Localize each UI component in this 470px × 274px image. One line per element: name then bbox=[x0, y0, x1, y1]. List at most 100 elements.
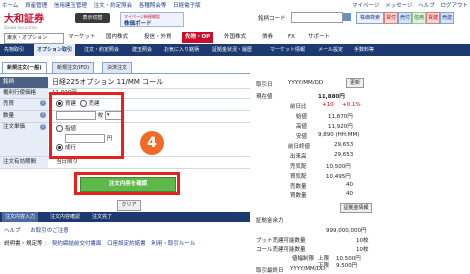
current-label: 現在値 bbox=[256, 94, 273, 100]
margin-info-button[interactable]: 証拠金情報 bbox=[340, 203, 372, 213]
view-toggle-button[interactable]: 表示切替 bbox=[75, 13, 110, 23]
top-link-home[interactable]: ホーム bbox=[2, 3, 18, 9]
doc-link-contract[interactable]: 契約締結前交付書面 bbox=[52, 241, 102, 247]
trade-date: YYYY/MM/DD bbox=[288, 80, 324, 86]
quote-val-0: 11,870円 bbox=[328, 114, 353, 120]
main-nav-bonds[interactable]: 債券 bbox=[262, 32, 273, 43]
clear-button[interactable]: クリア bbox=[117, 200, 141, 211]
trade-date-label: 取引日 bbox=[256, 82, 273, 88]
top-link-orders[interactable]: 注文・約定照会 bbox=[94, 3, 133, 9]
caution-link[interactable]: お取引のご注意 bbox=[30, 228, 69, 234]
sub-nav-margin[interactable]: 証拠金状況・履歴 bbox=[212, 44, 252, 56]
sub-nav-fees[interactable]: 手数料等 bbox=[354, 44, 374, 56]
right-link-mypage[interactable]: マイページ bbox=[352, 3, 379, 9]
strike-row: 権利行使価格 11,000円 bbox=[0, 89, 250, 99]
quote-key-2: 安値 bbox=[296, 134, 308, 140]
sub-nav-market-info[interactable]: マーケット情報 bbox=[270, 44, 305, 56]
symbol-label: 銘柄 bbox=[0, 77, 48, 88]
sub-nav-mail[interactable]: メール設定 bbox=[318, 44, 343, 56]
symbol-value: 日経225オプション 11/MM コール bbox=[52, 78, 164, 86]
buy-button[interactable]: 買付 bbox=[384, 12, 398, 24]
sell-button[interactable]: 売付 bbox=[398, 12, 412, 24]
step-input: 注文内容入力 bbox=[2, 212, 39, 222]
top-links: ホーム 資産管理 信用建玉管理 注文・約定照会 各種照会等 日経電子版 bbox=[2, 1, 206, 9]
quote-key-7: 売数量 bbox=[290, 184, 307, 190]
top-link-inquiry[interactable]: 各種照会等 bbox=[139, 3, 167, 9]
sub-nav-options[interactable]: オプション取引 bbox=[34, 44, 76, 56]
step-badge: 4 bbox=[140, 131, 164, 155]
sub-nav-orders[interactable]: 注文・約定照会 bbox=[84, 44, 119, 56]
doc-link-account[interactable]: 口座設定約諾書 bbox=[107, 241, 146, 247]
step-confirm: 注文内容確認 bbox=[50, 214, 81, 220]
account-select[interactable]: 東京・オプション bbox=[4, 33, 64, 44]
strike-label: 権利行使価格 bbox=[0, 89, 48, 98]
help-link[interactable]: ヘルプ bbox=[4, 228, 21, 234]
price-help-icon[interactable]: ? bbox=[40, 124, 46, 130]
price-row: 注文単価 指値 円 成行 bbox=[0, 123, 250, 157]
sub-nav-positions[interactable]: 建玉照会 bbox=[132, 44, 152, 56]
quote-val-4: 29,653 bbox=[334, 152, 354, 158]
margin-buy-button[interactable]: 買建 bbox=[426, 12, 440, 24]
tab-ifd-order[interactable]: 新規注文(IFD) bbox=[52, 62, 95, 73]
qty-help-icon[interactable]: ? bbox=[40, 112, 46, 118]
tab-close-order[interactable]: 決済注文 bbox=[102, 62, 133, 73]
main-nav-fx[interactable]: FX bbox=[288, 32, 295, 43]
highlight-box-inputs bbox=[49, 92, 124, 159]
call-value: 10枚 bbox=[356, 247, 369, 253]
margin-value: 999,000,000円 bbox=[326, 228, 367, 234]
margin-sell-button[interactable]: 売建 bbox=[440, 12, 454, 24]
highlight-box-confirm bbox=[74, 172, 180, 195]
stock-board-banner[interactable]: マイページ新規開設 株価ボード bbox=[120, 12, 184, 27]
change-label: 前日比 bbox=[290, 104, 307, 110]
change-value: +10 bbox=[322, 102, 334, 108]
right-link-logout[interactable]: ログアウト bbox=[440, 3, 468, 9]
main-nav-futures[interactable]: 先物・OP bbox=[182, 32, 214, 43]
quote-key-4: 出来高 bbox=[290, 154, 307, 160]
quote-val-1: 11,920円 bbox=[328, 124, 353, 130]
logo[interactable]: 大和証券 Daiwa Securities bbox=[4, 10, 62, 30]
quote-key-5: 売気配 bbox=[290, 164, 307, 170]
code-search: 銘柄コード bbox=[258, 12, 351, 23]
expiry-label: 注文有効期間 bbox=[0, 157, 48, 168]
right-links: マイページ メッセージ ヘルプ ログアウト bbox=[348, 1, 468, 9]
right-link-help[interactable]: ヘルプ bbox=[418, 3, 435, 9]
logo-sub: Daiwa Securities bbox=[4, 25, 38, 30]
update-button[interactable]: 更新 bbox=[346, 78, 364, 88]
credit-button[interactable]: 信用 bbox=[412, 12, 426, 24]
sub-nav-favorites[interactable]: お気に入り銘柄 bbox=[164, 44, 199, 56]
qty-row: 数量 枚 ▾ bbox=[0, 111, 250, 123]
tab-new-order[interactable]: 新規注文(一般) bbox=[2, 62, 47, 73]
quote-val-5: 10,500円 bbox=[326, 164, 351, 170]
top-link-assets[interactable]: 資産管理 bbox=[25, 3, 47, 9]
last-date-value: YYYY/MM/DD bbox=[290, 266, 326, 272]
quote-key-0: 始値 bbox=[296, 114, 308, 120]
top-link-nikkei[interactable]: 日経電子版 bbox=[173, 3, 201, 9]
expiry-row: 注文有効期間 当日限り bbox=[0, 157, 250, 169]
doc-link-rules[interactable]: 利用・取引ルール bbox=[151, 241, 195, 247]
main-nav-foreign[interactable]: 外国株式 bbox=[224, 32, 246, 43]
side-help-icon[interactable]: ? bbox=[40, 100, 46, 106]
quote-key-6: 買気配 bbox=[290, 174, 307, 180]
code-input[interactable] bbox=[291, 12, 343, 23]
top-link-margin[interactable]: 信用建玉管理 bbox=[54, 3, 87, 9]
main-nav-market[interactable]: マーケット bbox=[68, 32, 96, 43]
stock-search-button[interactable]: 株価検索 bbox=[356, 12, 384, 24]
margin-title: 証拠金余力 bbox=[256, 218, 284, 224]
help-links: ヘルプ お取引のご注意 bbox=[4, 226, 77, 234]
right-link-message[interactable]: メッセージ bbox=[385, 3, 412, 9]
main-nav-funds[interactable]: 投信・外貨 bbox=[144, 32, 172, 43]
banner-title: 株価ボード bbox=[124, 21, 152, 27]
main-nav-support[interactable]: サポート bbox=[308, 32, 330, 43]
main-nav: マーケット 国内株式 投信・外貨 先物・OP 外国株式 債券 FX サポート bbox=[68, 32, 470, 43]
step-complete: 注文完了 bbox=[92, 214, 113, 220]
quote-key-1: 高値 bbox=[296, 124, 308, 130]
main-nav-stocks[interactable]: 国内株式 bbox=[106, 32, 128, 43]
quote-val-3: 29,653 bbox=[334, 142, 354, 148]
sub-nav-futures[interactable]: 先物取引 bbox=[4, 44, 24, 56]
call-label: コール売建可能数量 bbox=[256, 247, 306, 253]
limit-label-range: 値幅制限 bbox=[292, 256, 315, 262]
order-tabs: 新規注文(一般) 新規注文(IFD) 決済注文 bbox=[0, 62, 250, 74]
doc-links: 説明書・規定等 : 契約締結前交付書面 口座設定約諾書 利用・取引ルール bbox=[4, 239, 195, 247]
step-bar: 注文内容入力 注文内容確認 注文完了 bbox=[0, 212, 250, 222]
code-search-icon[interactable] bbox=[343, 13, 351, 21]
